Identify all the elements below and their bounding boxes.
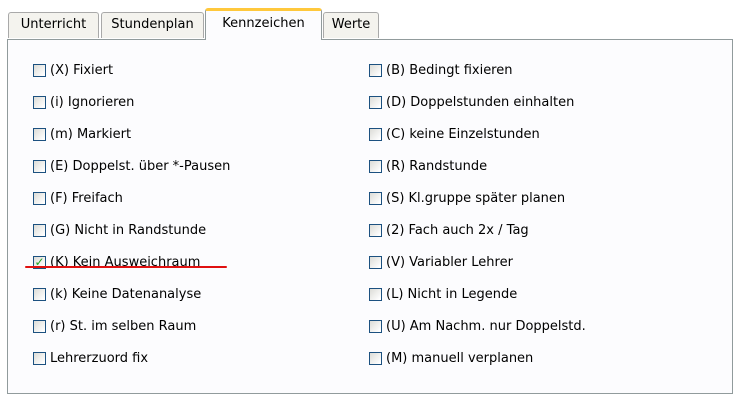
checkbox-label: (V) Variabler Lehrer xyxy=(386,254,513,270)
checkbox-label: (R) Randstunde xyxy=(386,158,488,174)
checkbox-box[interactable] xyxy=(369,255,382,269)
checkbox-box[interactable] xyxy=(33,159,46,173)
checkbox-nicht-in-legende[interactable]: (L) Nicht in Legende xyxy=(369,278,586,310)
checkbox-box[interactable] xyxy=(33,63,46,77)
tab-kennzeichen[interactable]: Kennzeichen xyxy=(205,8,322,40)
checkbox-keine-datenanalyse[interactable]: (k) Keine Datenanalyse xyxy=(33,278,230,310)
checkbox-label: (B) Bedingt fixieren xyxy=(386,62,513,78)
checkbox-am-nachm-nur-doppelstd[interactable]: (U) Am Nachm. nur Doppelstd. xyxy=(369,310,586,342)
checkbox-label: (i) Ignorieren xyxy=(50,94,135,110)
tab-werte[interactable]: Werte xyxy=(323,12,379,38)
checkbox-label: (2) Fach auch 2x / Tag xyxy=(386,222,529,238)
tab-bar: Unterricht Stundenplan Kennzeichen Werte xyxy=(0,0,740,40)
checkbox-box[interactable] xyxy=(369,63,382,77)
checkbox-label: (F) Freifach xyxy=(50,190,123,206)
checkbox-nicht-in-randstunde[interactable]: (G) Nicht in Randstunde xyxy=(33,214,230,246)
checkbox-lehrerzuord-fix[interactable]: Lehrerzuord fix xyxy=(33,342,230,374)
checkbox-label: (M) manuell verplanen xyxy=(386,350,534,366)
checkbox-keine-einzelstunden[interactable]: (C) keine Einzelstunden xyxy=(369,118,586,150)
checkbox-ignorieren[interactable]: (i) Ignorieren xyxy=(33,86,230,118)
checkbox-freifach[interactable]: (F) Freifach xyxy=(33,182,230,214)
checkbox-label: (r) St. im selben Raum xyxy=(50,318,197,334)
checkbox-box[interactable] xyxy=(33,223,46,237)
checkbox-doppelstunden-einhalten[interactable]: (D) Doppelstunden einhalten xyxy=(369,86,586,118)
checkbox-box[interactable] xyxy=(369,351,382,365)
checkbox-fach-auch-2x-tag[interactable]: (2) Fach auch 2x / Tag xyxy=(369,214,586,246)
checkbox-box[interactable] xyxy=(369,127,382,141)
checkbox-label: (D) Doppelstunden einhalten xyxy=(386,94,575,110)
checkbox-box[interactable] xyxy=(33,287,46,301)
checkbox-label: (U) Am Nachm. nur Doppelstd. xyxy=(386,318,586,334)
checkbox-markiert[interactable]: (m) Markiert xyxy=(33,118,230,150)
checkbox-label: Lehrerzuord fix xyxy=(50,350,149,366)
right-options-column: (B) Bedingt fixieren (D) Doppelstunden e… xyxy=(369,54,586,374)
checkbox-box[interactable] xyxy=(369,319,382,333)
checkbox-label: (G) Nicht in Randstunde xyxy=(50,222,207,238)
checkbox-box[interactable] xyxy=(33,95,46,109)
checkbox-label: (E) Doppelst. über *-Pausen xyxy=(50,158,231,174)
checkbox-box[interactable] xyxy=(33,319,46,333)
checkbox-box[interactable] xyxy=(33,191,46,205)
tab-unterricht[interactable]: Unterricht xyxy=(8,12,99,38)
checkbox-box[interactable] xyxy=(369,191,382,205)
checkbox-manuell-verplanen[interactable]: (M) manuell verplanen xyxy=(369,342,586,374)
checkbox-label: (X) Fixiert xyxy=(50,62,114,78)
tab-stundenplan[interactable]: Stundenplan xyxy=(101,12,204,38)
checkbox-bedingt-fixieren[interactable]: (B) Bedingt fixieren xyxy=(369,54,586,86)
checkbox-randstunde[interactable]: (R) Randstunde xyxy=(369,150,586,182)
checkbox-klgruppe-spaeter-planen[interactable]: (S) Kl.gruppe später planen xyxy=(369,182,586,214)
checkbox-st-im-selben-raum[interactable]: (r) St. im selben Raum xyxy=(33,310,230,342)
checkbox-box[interactable] xyxy=(369,223,382,237)
checkbox-label: (S) Kl.gruppe später planen xyxy=(386,190,566,206)
checkbox-label: (C) keine Einzelstunden xyxy=(386,126,540,142)
checkbox-fixiert[interactable]: (X) Fixiert xyxy=(33,54,230,86)
checkbox-box[interactable] xyxy=(369,287,382,301)
checkbox-box[interactable] xyxy=(33,127,46,141)
highlight-underline xyxy=(25,266,227,268)
checkbox-box[interactable] xyxy=(369,159,382,173)
checkbox-box[interactable] xyxy=(369,95,382,109)
checkbox-box[interactable] xyxy=(33,351,46,365)
checkbox-label: (L) Nicht in Legende xyxy=(386,286,518,302)
checkbox-kein-ausweichraum[interactable]: ✓ (K) Kein Ausweichraum xyxy=(33,246,230,278)
checkbox-label: (k) Keine Datenanalyse xyxy=(50,286,202,302)
checkbox-variabler-lehrer[interactable]: (V) Variabler Lehrer xyxy=(369,246,586,278)
checkbox-doppelst-ueber-pausen[interactable]: (E) Doppelst. über *-Pausen xyxy=(33,150,230,182)
kennzeichen-panel: (X) Fixiert (i) Ignorieren (m) Markiert … xyxy=(7,39,733,394)
checkbox-label: (m) Markiert xyxy=(50,126,132,142)
left-options-column: (X) Fixiert (i) Ignorieren (m) Markiert … xyxy=(33,54,230,374)
